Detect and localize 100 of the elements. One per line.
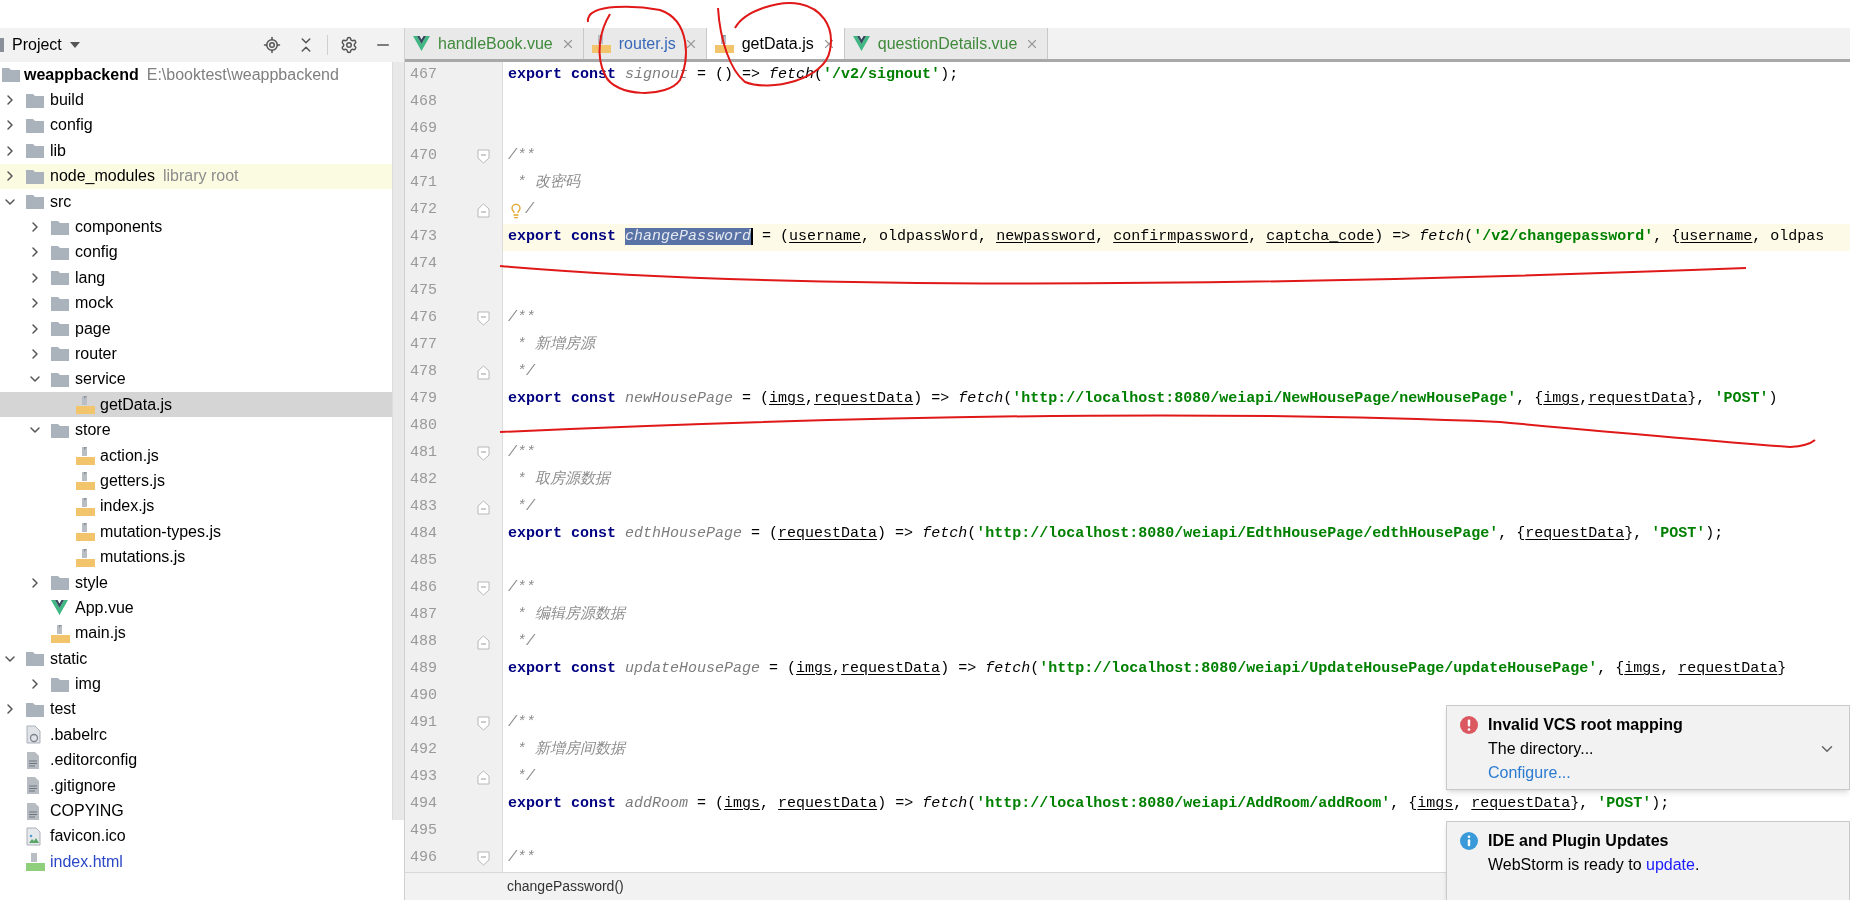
project-path: E:\booktest\weappbackend — [146, 64, 339, 85]
editor-tab[interactable]: handleBook.vue — [405, 28, 584, 59]
code-line: */ — [516, 497, 535, 518]
code-line: export const updateHousePage = (imgs,requestData) => fetch('http://localhost:8080/weiapi/UpdateHousePage/updateHousePage', {imgs, requestData} — [508, 659, 1787, 680]
code-line: */ — [516, 362, 535, 383]
error-icon — [1460, 716, 1478, 734]
code-line: /** — [508, 443, 535, 464]
code-line: * 新增房源 — [516, 334, 595, 356]
line-number: 496 — [409, 848, 438, 869]
js-file-icon — [76, 547, 95, 567]
project-view-selector[interactable]: Project — [12, 33, 80, 57]
line-number: 485 — [409, 551, 438, 572]
locate-icon[interactable] — [263, 36, 281, 54]
line-number: 481 — [409, 443, 438, 464]
tree-item[interactable]: config — [0, 112, 392, 139]
js-file-icon — [76, 496, 95, 516]
folder-icon — [51, 270, 69, 286]
line-number: 474 — [409, 254, 438, 275]
code-line: export const newHousePage = (imgs,requestData) => fetch('http://localhost:8080/weiapi/NewHousePage/newHousePage', {imgs,requestData}, 'POST') — [508, 389, 1778, 410]
line-number: 473 — [409, 227, 438, 248]
tree-item[interactable]: test — [0, 696, 392, 723]
code-line: */ — [516, 767, 535, 788]
folder-icon — [51, 321, 69, 337]
line-number: 489 — [409, 659, 438, 680]
settings-icon[interactable] — [340, 36, 358, 54]
code-line: /** — [508, 713, 535, 734]
tree-item[interactable]: node_modules library root — [0, 163, 392, 189]
tree-item[interactable]: static — [0, 646, 392, 672]
line-number: 488 — [409, 632, 438, 653]
tree-item[interactable]: lib — [0, 138, 392, 164]
caret-down-icon — [69, 42, 80, 48]
code-line: export const edthHousePage = (requestData) => fetch('http://localhost:8080/weiapi/EdthHousePage/edthHousePage', {requestData}, 'POST'); — [508, 524, 1724, 545]
tree-item[interactable]: mutation-types.js — [0, 519, 392, 545]
line-number: 475 — [409, 281, 438, 302]
tree-item[interactable]: build — [0, 87, 392, 113]
tree-item[interactable]: weappbackend E:\booktest\weappbackend — [0, 62, 392, 88]
config-file-icon — [26, 725, 41, 745]
tree-item[interactable]: page — [0, 315, 392, 342]
tree-item[interactable]: mutations.js — [0, 544, 392, 570]
folder-icon — [51, 422, 69, 438]
notification-title: Invalid VCS root mapping — [1488, 716, 1684, 734]
line-number: 467 — [409, 65, 438, 86]
line-number: 482 — [409, 470, 438, 491]
line-number: 480 — [409, 416, 438, 437]
code-line: /** — [508, 578, 535, 599]
tree-item[interactable]: .babelrc — [0, 722, 392, 748]
line-number: 468 — [409, 92, 438, 113]
code-line: /** — [508, 848, 535, 869]
tree-item[interactable]: index.html — [0, 849, 392, 875]
tree-item[interactable]: src — [0, 188, 392, 215]
configure-link[interactable]: Configure... — [1488, 764, 1836, 782]
tree-item[interactable]: favicon.ico — [0, 823, 392, 850]
folder-icon — [26, 117, 44, 133]
text-file-icon — [26, 801, 40, 821]
folder-icon — [51, 295, 69, 311]
folder-icon — [51, 346, 69, 362]
folder-icon — [51, 676, 69, 692]
tree-item[interactable]: .gitignore — [0, 772, 392, 799]
js-file-icon — [51, 623, 70, 643]
editor-tab[interactable]: router.js — [583, 28, 707, 59]
line-number: 492 — [409, 740, 438, 761]
scrollbar[interactable] — [392, 62, 404, 820]
tree-item[interactable]: style — [0, 569, 392, 596]
js-file-icon — [76, 471, 95, 491]
tree-item[interactable]: .editorconfig — [0, 747, 392, 773]
tree-item[interactable]: store — [0, 417, 392, 443]
info-icon — [1460, 832, 1478, 850]
line-number: 490 — [409, 686, 438, 707]
tree-item[interactable]: config — [0, 239, 392, 266]
tree-item[interactable]: router — [0, 341, 392, 367]
tree-item[interactable]: getData.js — [0, 392, 392, 418]
tree-item[interactable]: getters.js — [0, 468, 392, 494]
project-name: weappbackend — [24, 64, 139, 85]
tree-item[interactable]: components — [0, 214, 392, 240]
line-number: 486 — [409, 578, 438, 599]
code-line: * 改密码 — [516, 172, 580, 194]
folder-icon — [26, 143, 44, 159]
folder-icon — [2, 67, 20, 83]
js-file-icon — [76, 395, 95, 415]
line-number: 479 — [409, 389, 438, 410]
tree-item[interactable]: index.js — [0, 493, 392, 520]
tree-item[interactable]: COPYING — [0, 798, 392, 824]
tree-item[interactable]: App.vue — [0, 595, 392, 621]
line-number: 484 — [409, 524, 438, 545]
line-number: 495 — [409, 821, 438, 842]
tree-item[interactable]: mock — [0, 290, 392, 316]
tree-item[interactable]: img — [0, 671, 392, 697]
tree-item[interactable]: lang — [0, 265, 392, 291]
update-link[interactable]: update — [1646, 856, 1695, 873]
code-line: * 新增房间数据 — [516, 739, 625, 761]
breadcrumb[interactable]: changePassword() — [503, 873, 624, 897]
tree-item[interactable]: service — [0, 366, 392, 393]
editor-tab[interactable]: questionDetails.vue — [844, 28, 1049, 59]
notification-title: IDE and Plugin Updates — [1488, 832, 1670, 850]
line-number: 494 — [409, 794, 438, 815]
tree-item[interactable]: main.js — [0, 620, 392, 646]
editor-tab[interactable]: getData.js — [706, 28, 845, 59]
tree-item[interactable]: action.js — [0, 442, 392, 469]
code-line: * 取房源数据 — [516, 469, 610, 491]
line-number: 487 — [409, 605, 438, 626]
